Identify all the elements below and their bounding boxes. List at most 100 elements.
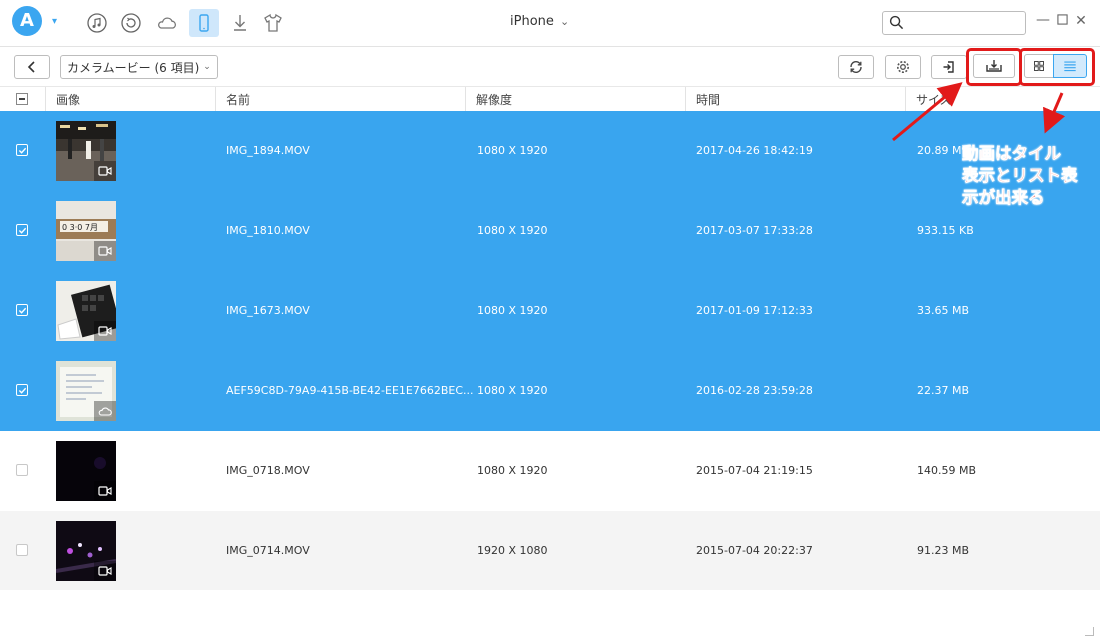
video-badge (94, 481, 116, 501)
restore-icon[interactable] (118, 10, 144, 36)
thumbnail (56, 281, 116, 341)
checkmark-icon (18, 307, 27, 314)
annotation-line-3: 示が出来る (962, 188, 1045, 208)
refresh-icon (850, 60, 862, 74)
video-badge (94, 321, 116, 341)
timestamp: 2016-02-28 23:59:28 (696, 384, 813, 397)
settings-button[interactable] (885, 55, 921, 79)
category-dropdown[interactable]: カメラムービー (6 項目) ⌄ (60, 55, 218, 79)
list-empty-area (0, 590, 1100, 640)
search-input[interactable] (909, 14, 1023, 32)
file-name: IMG_0714.MOV (226, 544, 310, 557)
resolution: 1080 X 1920 (477, 384, 548, 397)
column-header-name[interactable]: 名前 (226, 91, 250, 108)
app-logo[interactable]: A (12, 6, 42, 36)
file-size: 140.59 MB (917, 464, 977, 477)
chevron-down-icon: ⌄ (560, 15, 570, 28)
chevron-down-icon: ⌄ (203, 62, 211, 72)
cloud-badge (94, 401, 116, 421)
row-checkbox[interactable] (16, 384, 28, 396)
file-name: IMG_1810.MOV (226, 224, 310, 237)
search-icon (889, 15, 904, 30)
checkmark-icon (18, 387, 27, 394)
music-icon[interactable] (84, 10, 110, 36)
import-button[interactable] (931, 55, 967, 79)
table-header: 画像 名前 解像度 時間 サイズ (0, 86, 1100, 112)
timestamp: 2017-01-09 17:12:33 (696, 304, 813, 317)
category-label: カメラムービー (6 項目) (67, 60, 200, 75)
svg-text:0 3·0 7月: 0 3·0 7月 (62, 223, 98, 232)
thumbnail (56, 441, 116, 501)
resolution: 1080 X 1920 (477, 144, 548, 157)
checkmark-icon (18, 227, 27, 234)
table-row[interactable]: AEF59C8D-79A9-415B-BE42-EE1E7662BEC... 10… (0, 351, 1100, 431)
file-size: 22.37 MB (917, 384, 970, 397)
resolution: 1080 X 1920 (477, 224, 548, 237)
timestamp: 2015-07-04 20:22:37 (696, 544, 813, 557)
resize-grip-icon[interactable] (1085, 627, 1094, 636)
app-menu-chevron-icon[interactable]: ▾ (52, 16, 57, 27)
video-badge (94, 241, 116, 261)
view-toggle-highlight-box (1019, 48, 1095, 86)
close-icon[interactable]: ✕ (1074, 14, 1088, 28)
export-highlight-box (966, 48, 1022, 86)
table-row[interactable]: IMG_0718.MOV 1080 X 1920 2015-07-04 21:19:… (0, 431, 1100, 511)
timestamp: 2017-03-07 17:33:28 (696, 224, 813, 237)
column-header-time[interactable]: 時間 (696, 91, 720, 108)
file-name: IMG_1894.MOV (226, 144, 310, 157)
device-name: iPhone (510, 14, 554, 29)
row-checkbox[interactable] (16, 304, 28, 316)
row-checkbox[interactable] (16, 464, 28, 476)
video-icon (98, 246, 112, 256)
back-button[interactable] (14, 55, 50, 79)
column-header-resolution[interactable]: 解像度 (476, 91, 512, 108)
resolution: 1080 X 1920 (477, 464, 548, 477)
resolution: 1080 X 1920 (477, 304, 548, 317)
table-row[interactable]: 0 3·0 7月 IMG_1810.MOV 1080 X 1920 2017-03-0… (0, 191, 1100, 271)
chevron-left-icon (27, 61, 35, 73)
annotation-line-2: 表示とリスト表 (962, 166, 1078, 186)
video-badge (94, 161, 116, 181)
row-checkbox[interactable] (16, 544, 28, 556)
table-row[interactable]: IMG_0714.MOV 1920 X 1080 2015-07-04 20:22:… (0, 511, 1100, 591)
icloud-icon[interactable] (154, 10, 180, 36)
table-row[interactable]: IMG_1673.MOV 1080 X 1920 2017-01-09 17:12:… (0, 271, 1100, 351)
toolbar: カメラムービー (6 項目) ⌄ (0, 47, 1100, 86)
gear-icon (897, 61, 909, 73)
row-checkbox[interactable] (16, 224, 28, 236)
iphone-icon[interactable] (189, 9, 219, 37)
file-size: 33.65 MB (917, 304, 970, 317)
tshirt-icon[interactable] (260, 10, 286, 36)
column-header-image[interactable]: 画像 (56, 91, 80, 108)
video-icon (98, 166, 112, 176)
cloud-icon (98, 407, 112, 416)
video-icon (98, 566, 112, 576)
thumbnail: 0 3·0 7月 (56, 201, 116, 261)
table-row[interactable]: IMG_1894.MOV 1080 X 1920 2017-04-26 18:42:… (0, 111, 1100, 191)
thumbnail (56, 521, 116, 581)
row-checkbox[interactable] (16, 144, 28, 156)
file-size: 91.23 MB (917, 544, 970, 557)
video-badge (94, 561, 116, 581)
download-icon[interactable] (227, 10, 253, 36)
timestamp: 2017-04-26 18:42:19 (696, 144, 813, 157)
checkmark-icon (18, 147, 27, 154)
file-size: 933.15 KB (917, 224, 974, 237)
minimize-icon[interactable]: — (1036, 13, 1050, 27)
video-icon (98, 486, 112, 496)
file-name: AEF59C8D-79A9-415B-BE42-EE1E7662BEC... (226, 384, 474, 397)
timestamp: 2015-07-04 21:19:15 (696, 464, 813, 477)
file-name: IMG_1673.MOV (226, 304, 310, 317)
column-header-size[interactable]: サイズ (916, 91, 952, 108)
thumbnail (56, 121, 116, 181)
file-name: IMG_0718.MOV (226, 464, 310, 477)
select-all-checkbox[interactable] (16, 93, 28, 105)
maximize-icon[interactable] (1055, 14, 1069, 28)
thumbnail (56, 361, 116, 421)
resolution: 1920 X 1080 (477, 544, 548, 557)
refresh-button[interactable] (838, 55, 874, 79)
import-icon (943, 61, 954, 73)
annotation-line-1: 動画はタイル (962, 144, 1062, 164)
device-selector[interactable]: iPhone ⌄ (510, 14, 569, 29)
search-box[interactable] (882, 11, 1026, 35)
